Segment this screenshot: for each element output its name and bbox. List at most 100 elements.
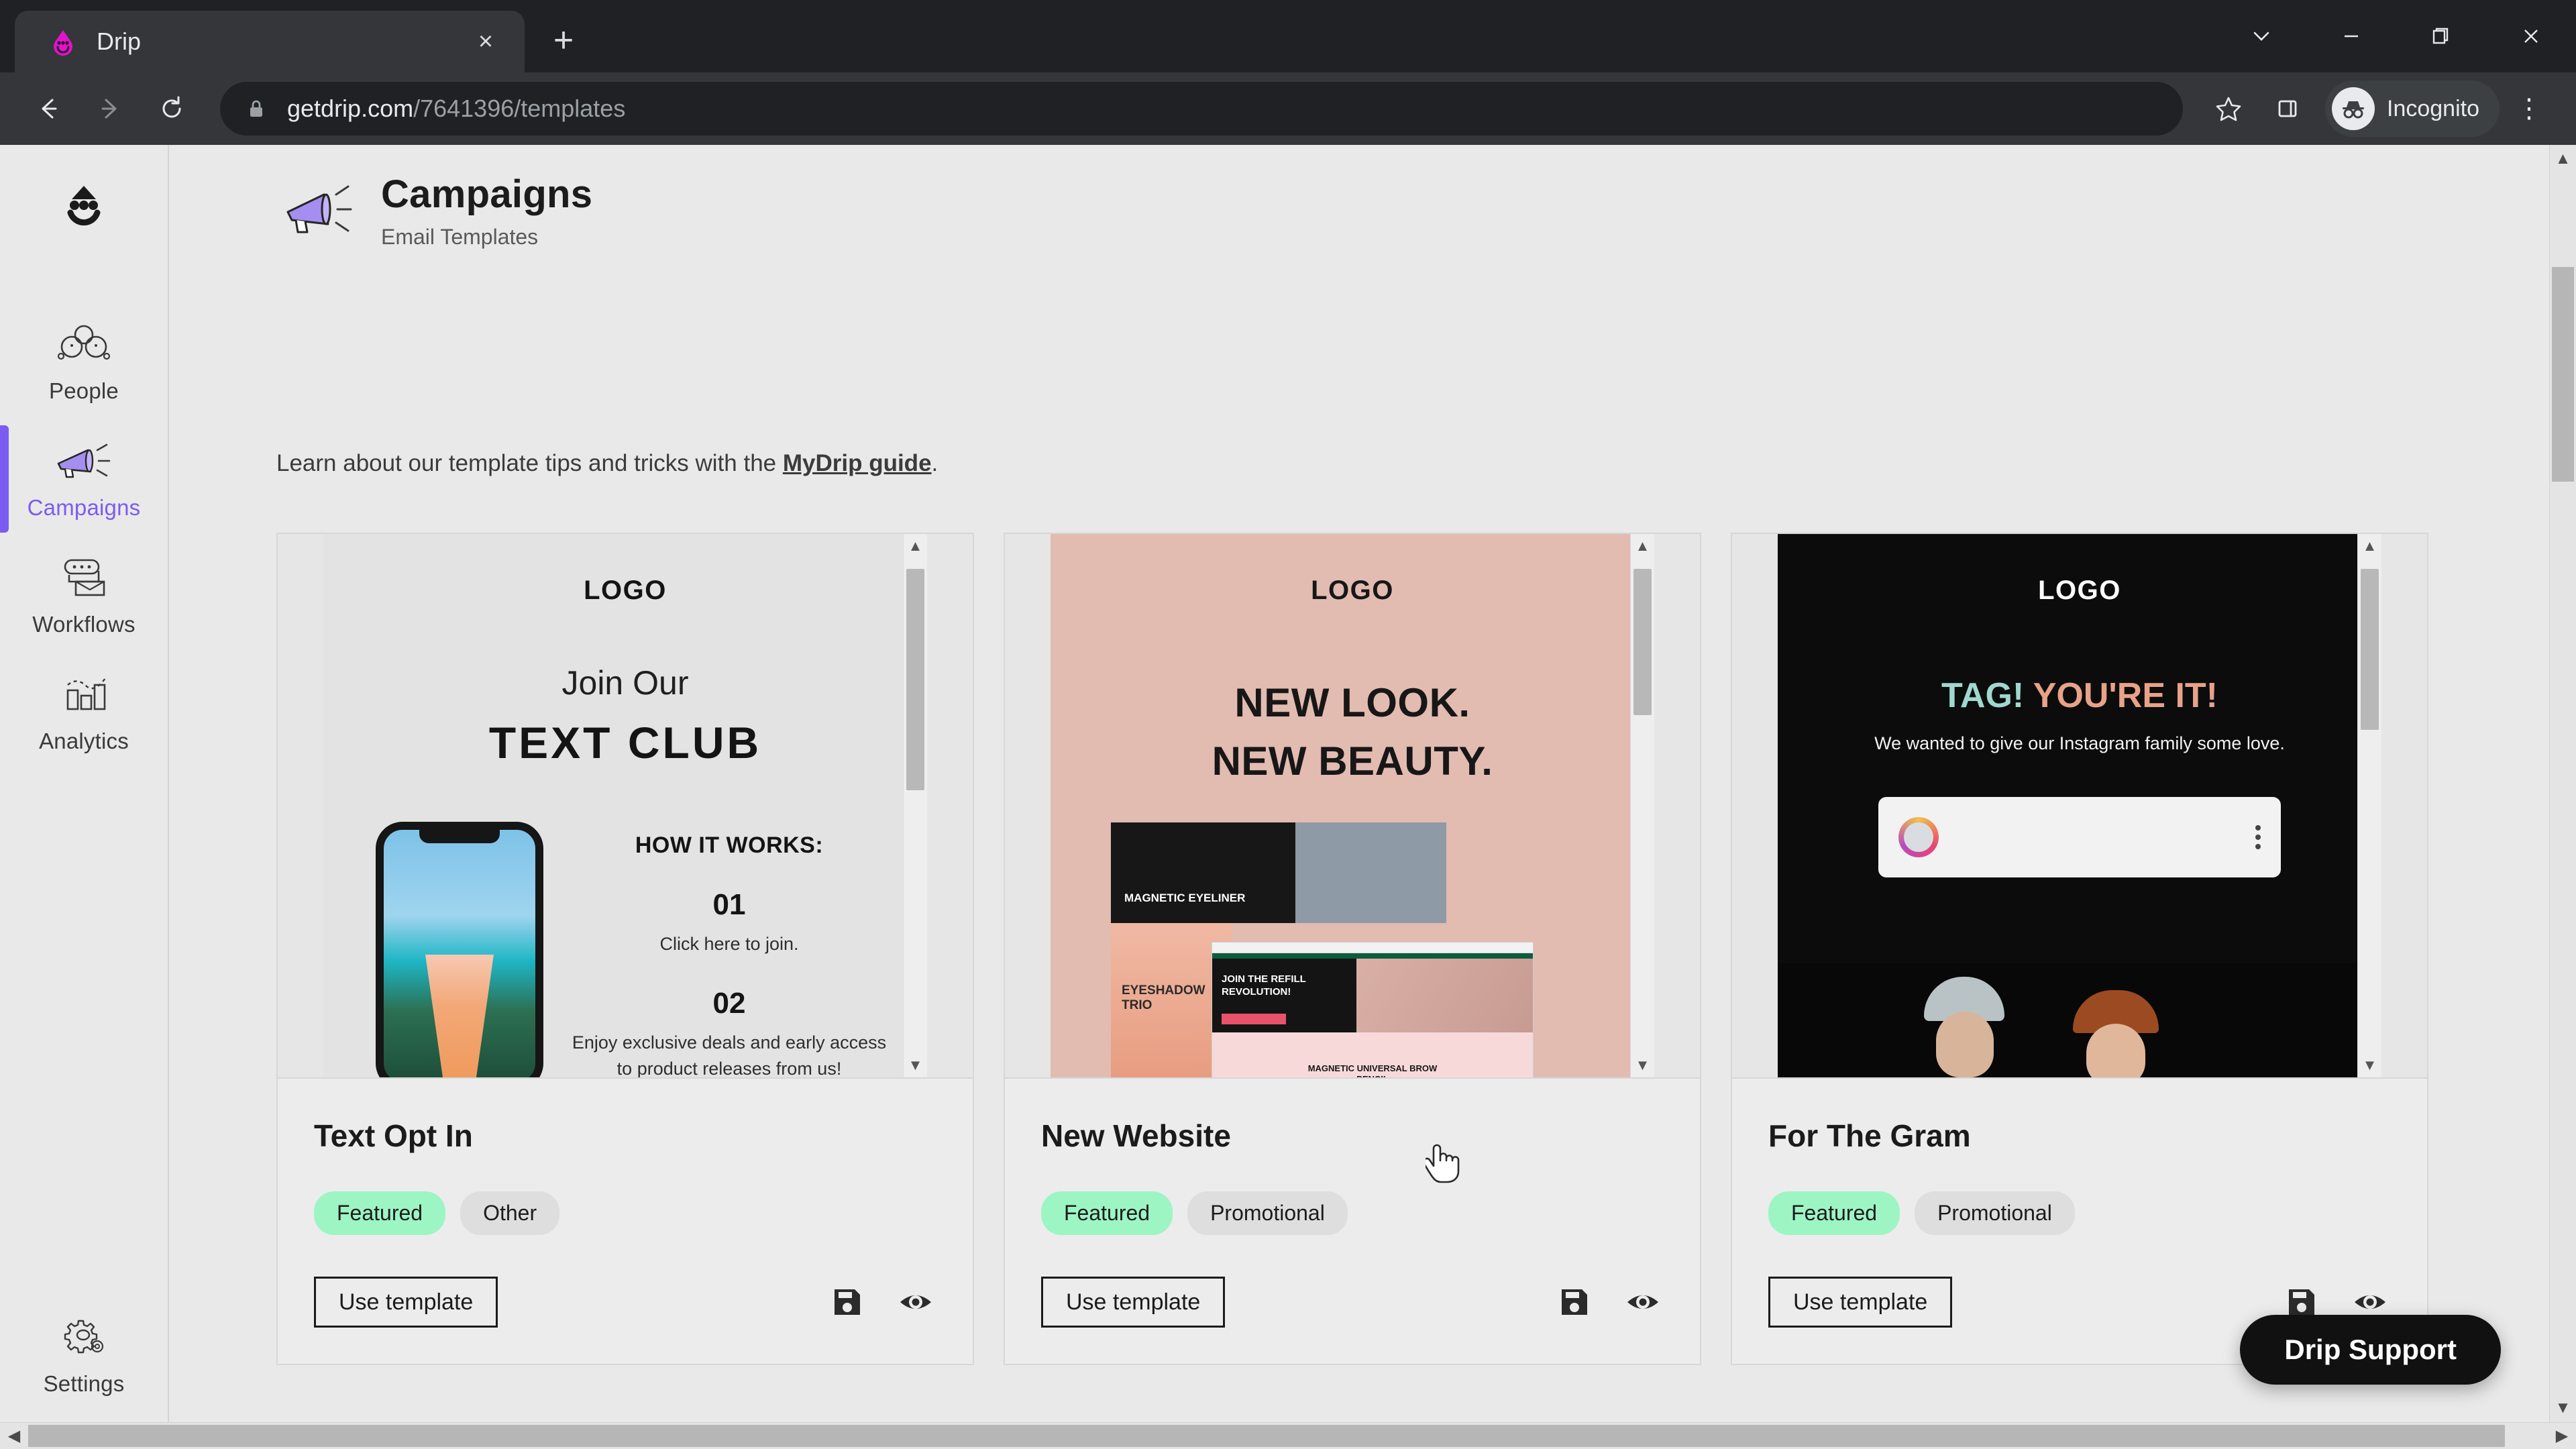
scroll-track[interactable] [28, 1423, 2548, 1449]
scroll-thumb[interactable] [2552, 267, 2574, 482]
template-headline: TAG! YOU'RE IT! [1778, 676, 2381, 716]
scroll-track[interactable] [2358, 558, 2381, 1053]
page-header-text: Campaigns Email Templates [381, 172, 592, 250]
scroll-up-icon[interactable]: ▲ [908, 534, 923, 558]
page-horizontal-scrollbar[interactable]: ◀ ▶ [0, 1422, 2576, 1449]
tag-category[interactable]: Promotional [1915, 1191, 2075, 1235]
email-template-artwork: LOGO NEW LOOK. NEW BEAUTY. MAGNETIC EYEL… [1051, 534, 1654, 1077]
scroll-thumb[interactable] [2361, 569, 2379, 730]
collage-label: MAGNETIC EYELINER [1124, 891, 1246, 904]
template-logo: LOGO [1311, 576, 1394, 605]
template-grid: LOGO Join Our TEXT CLUB HOW IT WORKS: 01… [276, 533, 2428, 1365]
scroll-up-icon[interactable]: ▲ [2363, 534, 2377, 558]
star-icon[interactable] [2199, 79, 2258, 138]
email-template-artwork: LOGO TAG! YOU'RE IT! We wanted to give o… [1778, 534, 2381, 1077]
template-card[interactable]: LOGO TAG! YOU'RE IT! We wanted to give o… [1731, 533, 2428, 1365]
tag-featured[interactable]: Featured [1768, 1191, 1900, 1235]
side-panel-icon[interactable] [2258, 79, 2317, 138]
step-text: Enjoy exclusive deals and early access t… [572, 1032, 887, 1077]
template-preview: LOGO Join Our TEXT CLUB HOW IT WORKS: 01… [278, 534, 973, 1079]
use-template-button[interactable]: Use template [1768, 1277, 1953, 1328]
drip-logo-icon [48, 27, 78, 56]
eye-icon[interactable] [895, 1281, 936, 1323]
megaphone-icon [276, 177, 364, 244]
minimize-icon[interactable] [2306, 0, 2396, 72]
intro-text-after: . [931, 450, 938, 476]
sidebar-item-workflows[interactable]: Workflows [0, 535, 168, 652]
incognito-avatar-icon [2332, 87, 2375, 130]
preview-scrollbar[interactable]: ▲ ▼ [903, 534, 927, 1077]
tag-featured[interactable]: Featured [314, 1191, 446, 1235]
preview-scrollbar[interactable]: ▲ ▼ [2357, 534, 2381, 1077]
back-button[interactable] [17, 78, 79, 140]
use-template-button[interactable]: Use template [1041, 1277, 1226, 1328]
tag-featured[interactable]: Featured [1041, 1191, 1173, 1235]
scroll-thumb[interactable] [28, 1425, 2505, 1447]
scroll-thumb[interactable] [1633, 569, 1652, 715]
page-vertical-scrollbar[interactable]: ▲ ▼ [2549, 145, 2576, 1422]
drip-brand-logo[interactable] [40, 162, 127, 250]
reload-button[interactable] [141, 78, 203, 140]
new-tab-button[interactable]: + [539, 16, 588, 64]
scroll-track[interactable] [2550, 173, 2576, 1394]
forward-button[interactable] [79, 78, 141, 140]
address-bar[interactable]: getdrip.com/7641396/templates [220, 82, 2183, 136]
chevron-down-icon[interactable] [2216, 0, 2306, 72]
product-collage-image: MAGNETIC EYELINER EYESHADOW TRIO JOIN TH… [1111, 822, 1634, 1077]
drip-support-button[interactable]: Drip Support [2240, 1315, 2501, 1385]
template-preview: LOGO TAG! YOU'RE IT! We wanted to give o… [1732, 534, 2427, 1079]
template-line1: Join Our [561, 664, 689, 702]
template-subtitle: We wanted to give our Instagram family s… [1874, 733, 2285, 753]
sidebar-item-label: Analytics [39, 729, 129, 753]
instagram-post-mock [1878, 797, 2281, 877]
drink-photo [425, 955, 494, 1077]
template-card[interactable]: LOGO Join Our TEXT CLUB HOW IT WORKS: 01… [276, 533, 974, 1365]
scroll-right-icon[interactable]: ▶ [2548, 1426, 2576, 1446]
browser-tab[interactable]: Drip × [15, 11, 525, 72]
template-line1: NEW LOOK. [1234, 680, 1470, 725]
person-one [1919, 977, 2012, 1077]
scroll-left-icon[interactable]: ◀ [0, 1426, 28, 1446]
card-actions: Use template [314, 1277, 936, 1328]
tag-category[interactable]: Other [460, 1191, 560, 1235]
app-sidebar: People Campaigns Workflows Analytics Set… [0, 145, 169, 1449]
sidebar-item-analytics[interactable]: Analytics [0, 652, 168, 769]
restore-icon[interactable] [2396, 0, 2486, 72]
scroll-thumb[interactable] [906, 569, 924, 790]
scroll-down-icon[interactable]: ▼ [2555, 1394, 2571, 1422]
scroll-up-icon[interactable]: ▲ [1635, 534, 1650, 558]
phone-notch [419, 830, 500, 843]
step-text: Click here to join. [659, 934, 799, 954]
tab-title: Drip [97, 28, 142, 55]
scroll-down-icon[interactable]: ▼ [1635, 1053, 1650, 1077]
profile-chip[interactable]: Incognito [2325, 80, 2500, 137]
sidebar-item-people[interactable]: People [0, 302, 168, 419]
scroll-up-icon[interactable]: ▲ [2555, 145, 2571, 173]
tag-category[interactable]: Promotional [1187, 1191, 1348, 1235]
window-close-icon[interactable] [2486, 0, 2576, 72]
preview-scrollbar[interactable]: ▲ ▼ [1630, 534, 1654, 1077]
close-icon[interactable]: × [467, 23, 504, 60]
browser-menu-icon[interactable]: ⋮ [2500, 79, 2559, 138]
scroll-down-icon[interactable]: ▼ [2363, 1053, 2377, 1077]
intro-text-before: Learn about our template tips and tricks… [276, 450, 783, 476]
page-subtitle: Email Templates [381, 225, 539, 249]
sidebar-item-campaigns[interactable]: Campaigns [0, 419, 168, 535]
scroll-track[interactable] [1631, 558, 1654, 1053]
how-it-works-heading: HOW IT WORKS: [635, 833, 824, 858]
save-icon[interactable] [826, 1281, 868, 1323]
eye-icon[interactable] [1622, 1281, 1664, 1323]
page-title: Campaigns [381, 172, 593, 216]
save-icon[interactable] [1554, 1281, 1595, 1323]
mock-hero-left: JOIN THE REFILL REVOLUTION! [1212, 959, 1357, 1032]
mydrip-guide-link[interactable]: MyDrip guide [783, 450, 932, 476]
page-viewport: People Campaigns Workflows Analytics Set… [0, 145, 2576, 1449]
headline-part2: YOU'RE IT! [2033, 676, 2218, 715]
sidebar-item-settings[interactable]: Settings [0, 1295, 168, 1411]
scroll-down-icon[interactable]: ▼ [908, 1053, 923, 1077]
collage-tile: MAGNETIC EYELINER [1111, 822, 1446, 923]
collage-label: MAGNETIC UNIVERSAL BROW PENCIL [1307, 1063, 1438, 1077]
scroll-track[interactable] [904, 558, 927, 1053]
use-template-button[interactable]: Use template [314, 1277, 498, 1328]
template-card[interactable]: LOGO NEW LOOK. NEW BEAUTY. MAGNETIC EYEL… [1004, 533, 1701, 1365]
